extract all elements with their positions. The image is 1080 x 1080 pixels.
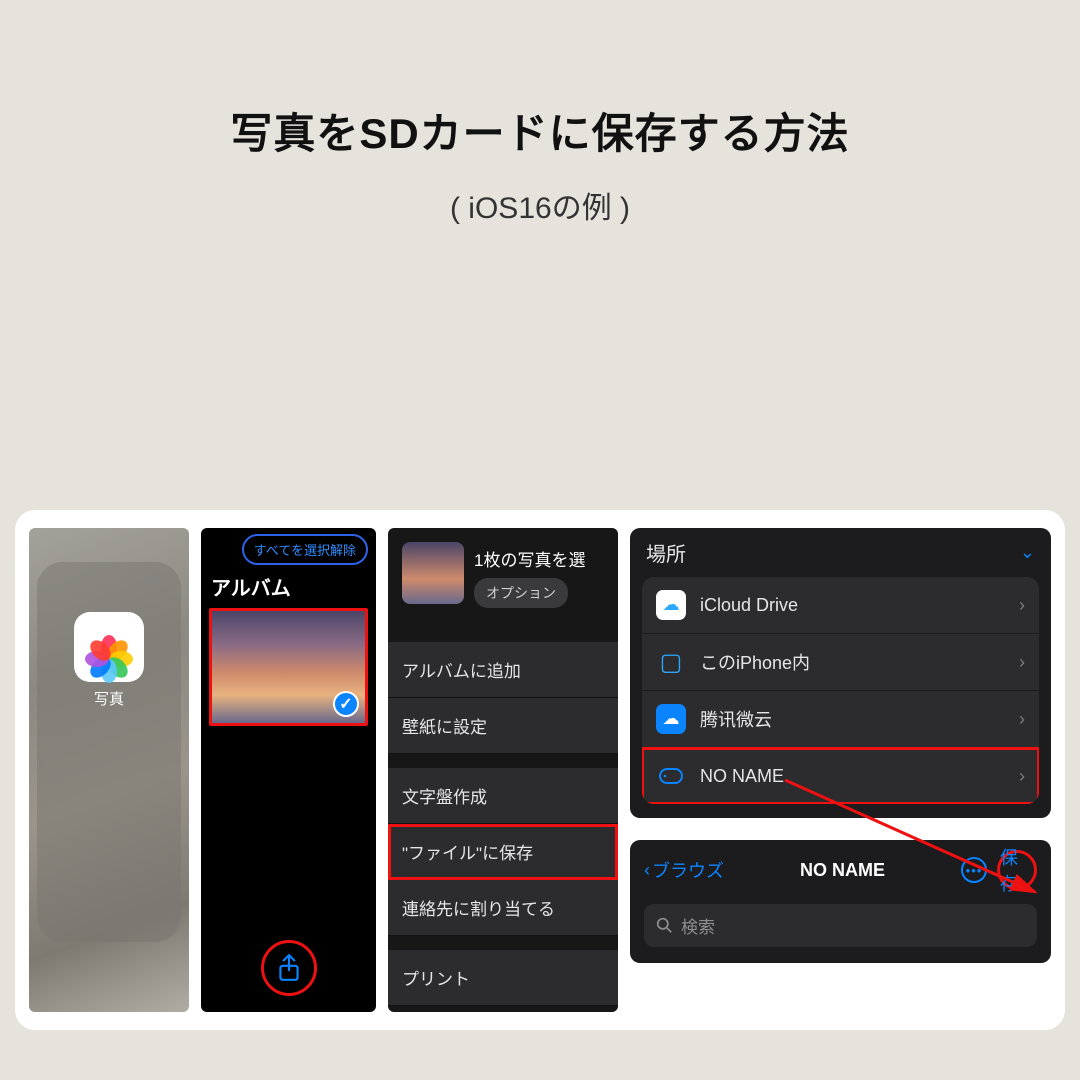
panel-share-sheet: 1枚の写真を選 オプション アルバムに追加 壁紙に設定 文字盤作成 "ファイル"…: [388, 528, 618, 1012]
iphone-icon: ▢: [656, 647, 686, 677]
menu-save-to-files[interactable]: "ファイル"に保存: [388, 824, 618, 880]
location-noname[interactable]: NO NAME ›: [642, 748, 1039, 804]
menu-add-to-album[interactable]: アルバムに追加: [388, 642, 618, 698]
browse-title: NO NAME: [800, 860, 885, 881]
sheet-thumbnail: [402, 542, 464, 604]
chevron-right-icon: ›: [1019, 652, 1025, 673]
locations-heading: 場所: [646, 538, 686, 567]
location-label: 腾讯微云: [700, 706, 772, 732]
selection-check-icon: ✓: [333, 691, 359, 717]
panel-home: 写真: [29, 528, 189, 1012]
options-button[interactable]: オプション: [474, 578, 568, 608]
tencent-cloud-icon: ☁: [656, 704, 686, 734]
location-iphone[interactable]: ▢ このiPhone内 ›: [642, 634, 1039, 691]
search-input[interactable]: 検索: [644, 904, 1037, 947]
location-tencent[interactable]: ☁ 腾讯微云 ›: [642, 691, 1039, 748]
chevron-down-icon[interactable]: ⌄: [1020, 542, 1035, 563]
menu-set-wallpaper[interactable]: 壁紙に設定: [388, 698, 618, 754]
chevron-right-icon: ›: [1019, 709, 1025, 730]
chevron-right-icon: ›: [1019, 595, 1025, 616]
share-icon: [276, 953, 302, 983]
location-label: NO NAME: [700, 766, 784, 787]
save-button[interactable]: 保存: [997, 850, 1037, 890]
chevron-left-icon: ‹: [644, 860, 650, 881]
album-heading: アルバム: [211, 572, 291, 601]
share-menu: アルバムに追加 壁紙に設定 文字盤作成 "ファイル"に保存 連絡先に割り当てる …: [388, 642, 618, 1006]
search-placeholder: 検索: [681, 913, 715, 938]
back-button[interactable]: ‹ ブラウズ: [644, 857, 724, 883]
drive-icon: [656, 761, 686, 791]
menu-create-watchface[interactable]: 文字盤作成: [388, 768, 618, 824]
search-icon: [656, 917, 673, 934]
location-label: このiPhone内: [700, 649, 810, 675]
photos-app-label: 写真: [29, 688, 189, 709]
page-title: 写真をSDカードに保存する方法: [0, 100, 1080, 161]
photo-thumbnail[interactable]: ✓: [209, 608, 368, 726]
menu-print[interactable]: プリント: [388, 950, 618, 1006]
icloud-icon: ☁: [656, 590, 686, 620]
panel-album: すべてを選択解除 アルバム ✓: [201, 528, 376, 1012]
share-button[interactable]: [261, 940, 317, 996]
page-subtitle: ( iOS16の例 ): [0, 183, 1080, 227]
deselect-all-button[interactable]: すべてを選択解除: [242, 534, 368, 565]
photos-flower-icon: [88, 626, 130, 668]
locations-card: 場所 ⌄ ☁ iCloud Drive › ▢ このiPhone内 › ☁ 腾讯…: [630, 528, 1051, 818]
ellipsis-icon: •••: [966, 863, 983, 878]
chevron-right-icon: ›: [1019, 766, 1025, 787]
location-label: iCloud Drive: [700, 595, 798, 616]
sheet-title: 1枚の写真を選: [474, 546, 585, 571]
tutorial-stage: 写真 すべてを選択解除 アルバム ✓ 1枚の写真を選 オプション アルバムに追加…: [15, 510, 1065, 1030]
photos-app-icon[interactable]: [74, 612, 144, 682]
browse-card: ‹ ブラウズ NO NAME ••• 保存 検索: [630, 840, 1051, 963]
more-button[interactable]: •••: [961, 857, 987, 883]
locations-list: ☁ iCloud Drive › ▢ このiPhone内 › ☁ 腾讯微云 ›: [642, 577, 1039, 804]
menu-assign-contact[interactable]: 連絡先に割り当てる: [388, 880, 618, 936]
panel-files: 場所 ⌄ ☁ iCloud Drive › ▢ このiPhone内 › ☁ 腾讯…: [630, 528, 1051, 1012]
location-icloud[interactable]: ☁ iCloud Drive ›: [642, 577, 1039, 634]
save-label: 保存: [1000, 844, 1034, 896]
back-label: ブラウズ: [652, 857, 724, 883]
